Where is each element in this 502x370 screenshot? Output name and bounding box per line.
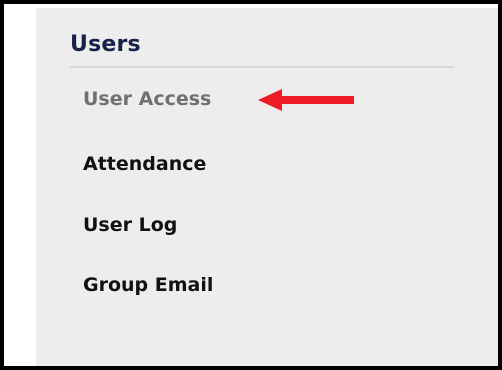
section-title-users: Users bbox=[70, 32, 141, 57]
sidebar-panel: Users User Access Attendance User Log Gr… bbox=[36, 8, 498, 366]
sidebar-item-user-access[interactable]: User Access bbox=[83, 88, 211, 110]
sidebar-item-user-log[interactable]: User Log bbox=[83, 214, 177, 236]
sidebar-item-attendance[interactable]: Attendance bbox=[83, 153, 206, 175]
sidebar-item-group-email[interactable]: Group Email bbox=[83, 274, 213, 296]
red-arrow-icon bbox=[258, 89, 354, 111]
screenshot-frame: Users User Access Attendance User Log Gr… bbox=[0, 0, 502, 370]
section-divider bbox=[70, 66, 454, 68]
